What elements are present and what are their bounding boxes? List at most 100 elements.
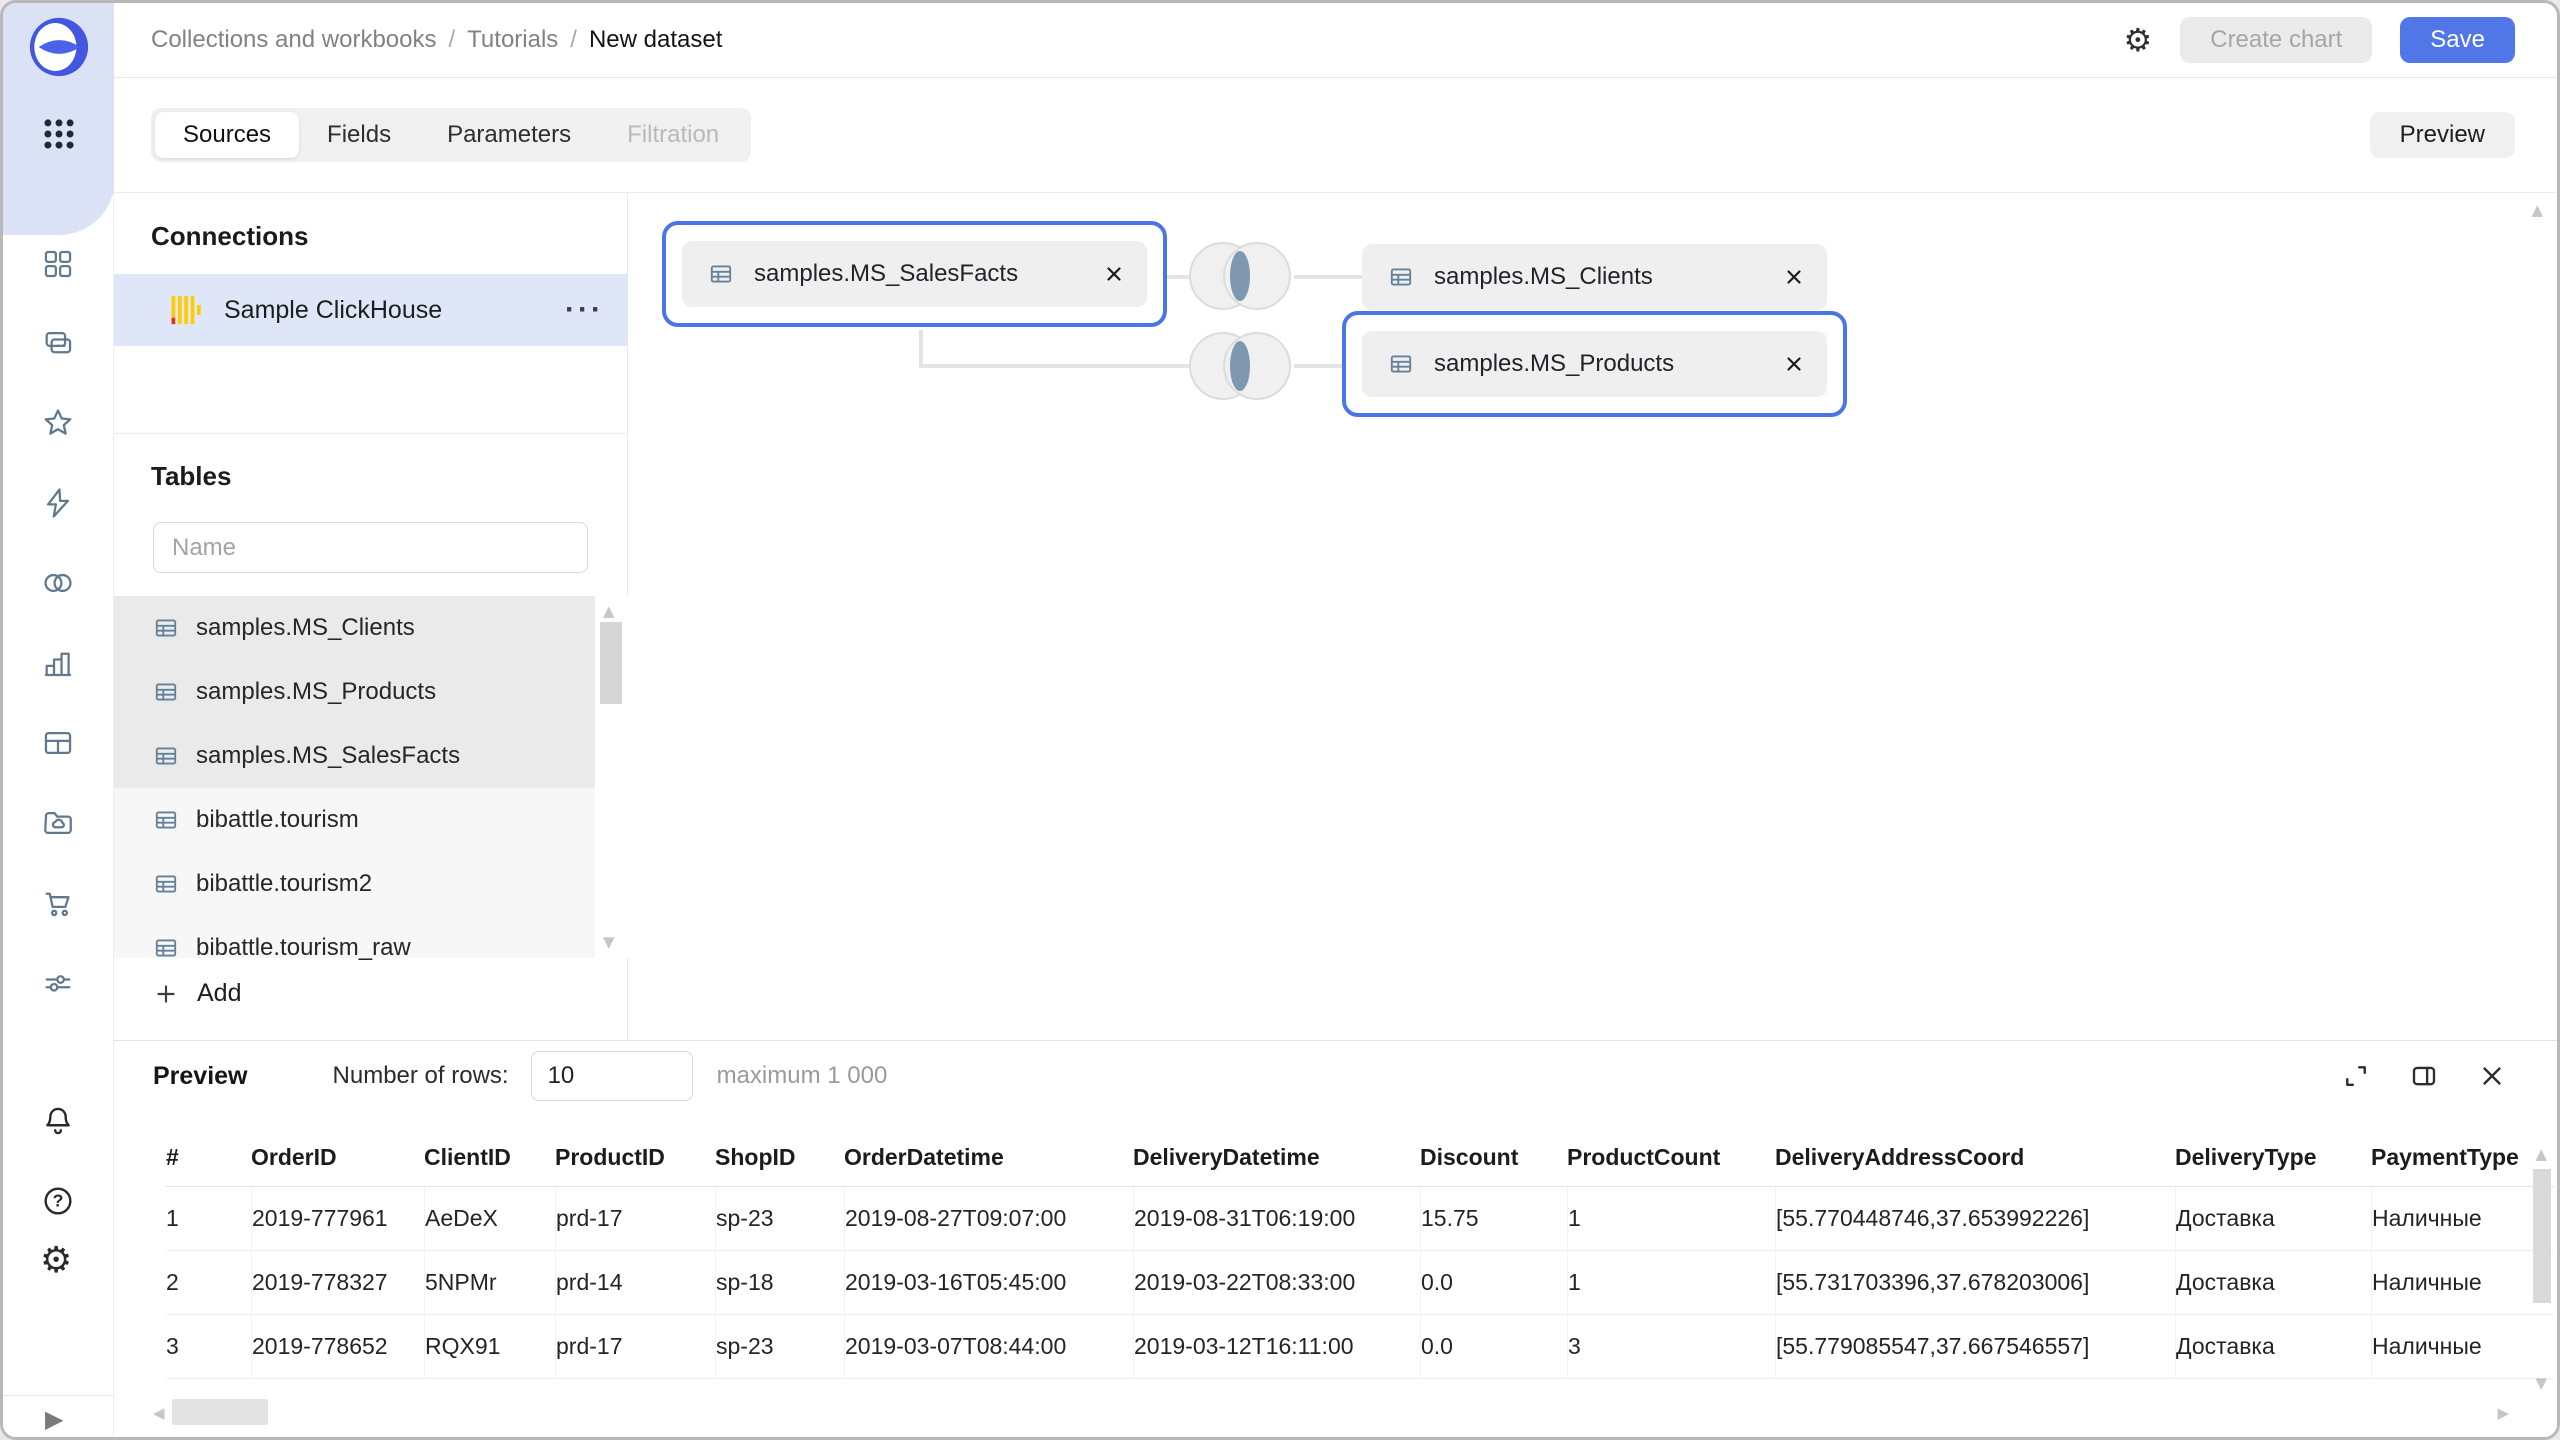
star-icon[interactable] — [41, 406, 75, 440]
table-cell: sp-23 — [715, 1315, 844, 1378]
rows-count-input[interactable] — [531, 1051, 693, 1101]
source-node-salesfacts[interactable]: samples.MS_SalesFacts — [682, 241, 1147, 307]
column-header: Discount — [1420, 1129, 1567, 1186]
split-panel-icon[interactable] — [2409, 1061, 2439, 1091]
table-cell: 2 — [166, 1251, 251, 1314]
connection-item-sample-clickhouse[interactable]: Sample ClickHouse ··· — [114, 274, 628, 346]
inner-join-venn-icon[interactable] — [1184, 328, 1296, 404]
scroll-left-icon[interactable]: ◀ — [153, 1406, 165, 1421]
join-line — [919, 330, 923, 368]
apps-grid-icon[interactable] — [40, 115, 78, 153]
more-menu-icon[interactable]: ··· — [565, 293, 604, 327]
tables-list-scrollbar[interactable]: ▲ ▼ — [595, 596, 628, 958]
table-header-row: #OrderIDClientIDProductIDShopIDOrderDate… — [166, 1129, 2554, 1187]
column-header: OrderID — [251, 1129, 424, 1186]
table-icon — [153, 935, 179, 961]
node-label: samples.MS_SalesFacts — [754, 260, 1103, 288]
table-cell: 2019-778327 — [251, 1251, 424, 1314]
breadcrumb-tutorials[interactable]: Tutorials — [467, 26, 558, 54]
preview-table: #OrderIDClientIDProductIDShopIDOrderDate… — [114, 1129, 2557, 1379]
expand-icon[interactable] — [2341, 1061, 2371, 1091]
breadcrumb-separator: / — [570, 26, 577, 54]
column-header: ProductCount — [1567, 1129, 1775, 1186]
table-cell: Наличные — [2371, 1251, 2554, 1314]
tab-filtration[interactable]: Filtration — [599, 112, 747, 158]
help-icon[interactable]: ? — [41, 1184, 75, 1218]
add-label: Add — [197, 979, 241, 1008]
lightning-icon[interactable] — [41, 486, 75, 520]
table-list-item[interactable]: samples.MS_SalesFacts — [114, 724, 628, 788]
tab-sources[interactable]: Sources — [155, 112, 299, 158]
table-icon[interactable] — [41, 726, 75, 760]
column-header: DeliveryDatetime — [1133, 1129, 1420, 1186]
table-row: 22019-7783275NPMrprd-14sp-182019-03-16T0… — [166, 1251, 2554, 1315]
app-window: ? ⚙ ▶ Collections and workbooks / Tutori… — [0, 0, 2560, 1440]
dataset-canvas: samples.MS_SalesFacts samples.MS_Clients — [628, 193, 2557, 1040]
close-icon[interactable] — [2477, 1061, 2507, 1091]
scrollbar-thumb[interactable] — [600, 622, 622, 704]
collapse-arrow-icon[interactable]: ▶ — [45, 1405, 63, 1433]
preview-header: Preview Number of rows: maximum 1 000 — [114, 1041, 2557, 1111]
table-cell: Доставка — [2175, 1315, 2371, 1378]
table-cell: Доставка — [2175, 1187, 2371, 1250]
table-cell: [55.770448746,37.653992226] — [1775, 1187, 2175, 1250]
tables-list: samples.MS_Clients samples.MS_Products s… — [114, 596, 628, 958]
scroll-up-icon[interactable]: ▲ — [2535, 1147, 2547, 1162]
scroll-right-icon[interactable]: ▶ — [2497, 1406, 2509, 1421]
rows-count-label: Number of rows: — [333, 1062, 509, 1090]
table-list-item[interactable]: samples.MS_Products — [114, 660, 628, 724]
cart-icon[interactable] — [41, 886, 75, 920]
dashboard-grid-icon[interactable] — [41, 247, 75, 281]
bell-icon[interactable] — [41, 1104, 75, 1138]
datalens-logo[interactable] — [27, 15, 91, 79]
scroll-up-icon[interactable]: ▲ — [603, 604, 615, 619]
gear-icon[interactable]: ⚙ — [2124, 24, 2153, 56]
table-cell: 5NPMr — [424, 1251, 555, 1314]
topbar: Collections and workbooks / Tutorials / … — [114, 3, 2557, 78]
sliders-icon[interactable] — [41, 966, 75, 1000]
save-button[interactable]: Save — [2400, 17, 2515, 63]
scrollbar-thumb[interactable] — [172, 1399, 268, 1425]
table-cell: prd-17 — [555, 1315, 715, 1378]
breadcrumb-current: New dataset — [589, 26, 722, 54]
sidebar: ? ⚙ ▶ — [3, 3, 114, 1437]
table-cell: 3 — [166, 1315, 251, 1378]
scrollbar-thumb[interactable] — [2533, 1169, 2551, 1303]
table-list-item[interactable]: bibattle.tourism_raw — [114, 916, 628, 980]
settings-gear-icon[interactable]: ⚙ — [40, 1243, 72, 1279]
tab-fields[interactable]: Fields — [299, 112, 419, 158]
remove-node-icon[interactable] — [1783, 266, 1805, 288]
bar-chart-icon[interactable] — [41, 646, 75, 680]
table-row: 12019-777961AeDeXprd-17sp-232019-08-27T0… — [166, 1187, 2554, 1251]
column-header: ProductID — [555, 1129, 715, 1186]
source-node-clients[interactable]: samples.MS_Clients — [1362, 244, 1827, 310]
tables-list-used-group: samples.MS_Clients samples.MS_Products s… — [114, 596, 628, 788]
linked-circles-icon[interactable] — [41, 566, 75, 600]
breadcrumb-separator: / — [448, 26, 455, 54]
folder-cloud-icon[interactable] — [41, 806, 75, 840]
table-list-item[interactable]: bibattle.tourism — [114, 788, 628, 852]
preview-toggle-button[interactable]: Preview — [2370, 112, 2515, 158]
scroll-down-icon[interactable]: ▼ — [603, 935, 615, 950]
scroll-up-icon[interactable]: ▲ — [2531, 203, 2543, 218]
table-cell: sp-23 — [715, 1187, 844, 1250]
svg-text:?: ? — [53, 1191, 64, 1211]
table-list-item[interactable]: samples.MS_Clients — [114, 596, 628, 660]
remove-node-icon[interactable] — [1103, 263, 1125, 285]
breadcrumb-collections[interactable]: Collections and workbooks — [151, 26, 436, 54]
table-cell: 2019-777961 — [251, 1187, 424, 1250]
scroll-down-icon[interactable]: ▼ — [2535, 1376, 2547, 1391]
table-search-input[interactable] — [153, 522, 588, 573]
add-table-button[interactable]: Add — [153, 979, 241, 1008]
table-name: bibattle.tourism2 — [196, 870, 372, 898]
remove-node-icon[interactable] — [1783, 353, 1805, 375]
tab-parameters[interactable]: Parameters — [419, 112, 599, 158]
create-chart-button[interactable]: Create chart — [2180, 17, 2372, 63]
inner-join-venn-icon[interactable] — [1184, 238, 1296, 314]
table-cell: 1 — [166, 1187, 251, 1250]
table-icon — [153, 871, 179, 897]
collections-icon[interactable] — [41, 326, 75, 360]
table-cell: 0.0 — [1420, 1251, 1567, 1314]
source-node-products[interactable]: samples.MS_Products — [1362, 331, 1827, 397]
table-list-item[interactable]: bibattle.tourism2 — [114, 852, 628, 916]
